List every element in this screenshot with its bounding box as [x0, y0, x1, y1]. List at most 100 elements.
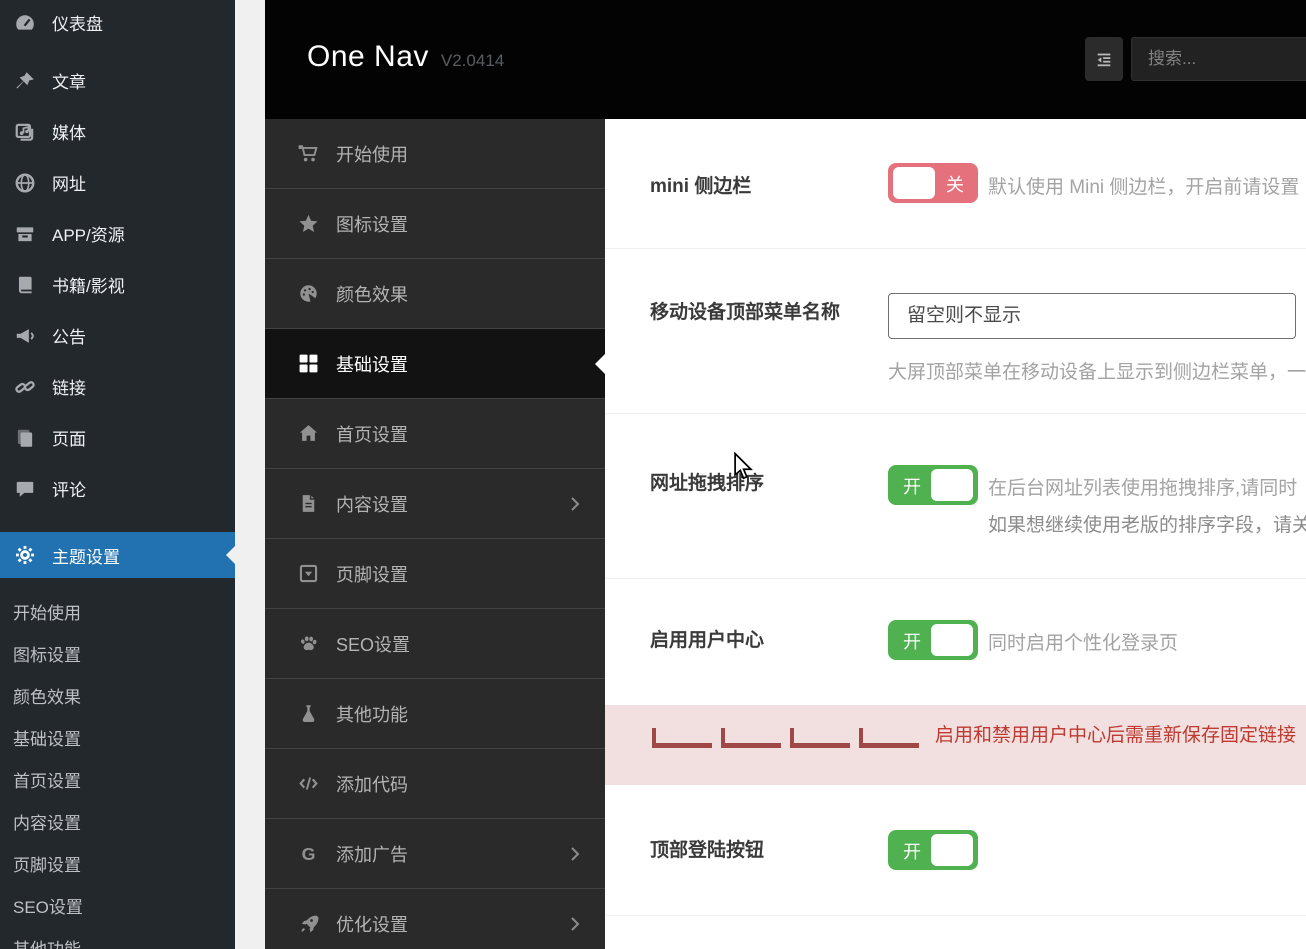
sidebar-item-theme-settings[interactable]: 主题设置	[0, 532, 235, 578]
book-icon	[18, 276, 32, 293]
submenu-label: 基础设置	[13, 729, 81, 749]
toggle-state-label: 开	[903, 842, 921, 862]
toggle-state-label: 关	[946, 175, 964, 195]
menu-item-add-ads[interactable]: G 添加广告	[265, 819, 605, 889]
toggle-mini-sidebar[interactable]: 关	[888, 163, 978, 203]
menu-item-basic-settings[interactable]: 基础设置	[265, 329, 605, 399]
menu-item-optimization[interactable]: 优化设置	[265, 889, 605, 949]
menu-item-other-features[interactable]: 其他功能	[265, 679, 605, 749]
submenu-item-basic-settings[interactable]: 基础设置	[0, 716, 235, 758]
chevron-right-icon	[571, 916, 580, 931]
toggle-knob	[893, 167, 935, 199]
menu-item-color-effects[interactable]: 颜色效果	[265, 259, 605, 329]
sidebar-item-media[interactable]: 媒体	[0, 106, 235, 157]
active-menu-arrow	[595, 353, 605, 374]
sidebar-item-books-media[interactable]: 书籍/影视	[0, 259, 235, 310]
menu-item-footer-settings[interactable]: 页脚设置	[265, 539, 605, 609]
sidebar-item-sites[interactable]: 网址	[0, 157, 235, 208]
admin-sidebar: 仪表盘 文章 媒体 网址 APP/资源 书籍/影视 公告 链接 页面 评论 主题…	[0, 0, 235, 949]
red-line-shape	[790, 728, 850, 748]
comment-icon	[16, 481, 34, 497]
menu-item-icon-settings[interactable]: 图标设置	[265, 189, 605, 259]
menu-item-label: 页脚设置	[336, 564, 408, 585]
gear-icon	[15, 545, 35, 565]
toggle-knob	[931, 469, 973, 501]
footer-caret-icon	[299, 564, 318, 583]
sidebar-item-dashboard[interactable]: 仪表盘	[0, 0, 235, 45]
content-gutter	[235, 0, 265, 949]
menu-item-home-settings[interactable]: 首页设置	[265, 399, 605, 469]
sidebar-item-pages[interactable]: 页面	[0, 412, 235, 463]
svg-text:G: G	[302, 844, 316, 864]
submenu-item-content-settings[interactable]: 内容设置	[0, 800, 235, 842]
menu-item-content-settings[interactable]: 内容设置	[265, 469, 605, 539]
sidebar-item-label: 媒体	[52, 124, 86, 143]
google-g-icon: G	[302, 844, 316, 864]
sidebar-item-label: 仪表盘	[52, 15, 103, 34]
cart-icon	[298, 145, 318, 162]
sidebar-item-label: 链接	[52, 379, 86, 398]
toggle-drag-sort[interactable]: 开	[888, 465, 978, 505]
sidebar-item-comments[interactable]: 评论	[0, 463, 235, 514]
menu-item-label: 首页设置	[336, 424, 408, 445]
sidebar-item-label: 公告	[52, 328, 86, 347]
toggle-top-login[interactable]: 开	[888, 830, 978, 870]
submenu-item-icon-settings[interactable]: 图标设置	[0, 632, 235, 674]
row-divider	[605, 915, 1306, 916]
submenu-item-seo-settings[interactable]: SEO设置	[0, 884, 235, 926]
submenu-item-other-features[interactable]: 其他功能	[0, 926, 235, 949]
row-divider	[605, 578, 1306, 579]
rocket-icon	[301, 915, 319, 933]
collapse-menu-button[interactable]	[1085, 37, 1123, 81]
grid-icon	[299, 354, 318, 373]
sidebar-item-posts[interactable]: 文章	[0, 55, 235, 106]
help-mobile-menu-name: 大屏顶部菜单在移动设备上显示到侧边栏菜单，一	[888, 362, 1306, 383]
help-drag-sort-2: 如果想继续使用老版的排序字段，请关	[988, 515, 1306, 536]
submenu-label: 页脚设置	[13, 855, 81, 875]
theme-panel-header: One Nav V2.0414	[265, 0, 1306, 119]
warning-text: 启用和禁用用户中心后需重新保存固定链接	[935, 725, 1297, 746]
menu-item-get-started[interactable]: 开始使用	[265, 119, 605, 189]
menu-item-add-code[interactable]: 添加代码	[265, 749, 605, 819]
media-icon	[15, 123, 34, 141]
submenu-item-footer-settings[interactable]: 页脚设置	[0, 842, 235, 884]
menu-item-label: 内容设置	[336, 494, 408, 515]
file-icon	[302, 495, 315, 512]
help-mini-sidebar: 默认使用 Mini 侧边栏，开启前请设置	[988, 177, 1300, 198]
megaphone-icon	[16, 328, 34, 343]
toggle-knob	[931, 624, 973, 656]
mobile-menu-name-input[interactable]	[888, 293, 1296, 339]
submenu-item-home-settings[interactable]: 首页设置	[0, 758, 235, 800]
star-icon	[299, 214, 318, 233]
submenu-label: 首页设置	[13, 771, 81, 791]
sidebar-item-announcements[interactable]: 公告	[0, 310, 235, 361]
sidebar-item-links[interactable]: 链接	[0, 361, 235, 412]
red-line-shape	[652, 728, 712, 748]
submenu-label: 内容设置	[13, 813, 81, 833]
submenu-item-color-effects[interactable]: 颜色效果	[0, 674, 235, 716]
menu-item-label: 开始使用	[336, 144, 408, 165]
menu-item-label: SEO设置	[336, 634, 411, 655]
sidebar-item-label: 书籍/影视	[52, 277, 125, 296]
theme-panel-menu: 开始使用 图标设置 颜色效果 基础设置 首页设置 内容设置 页脚设置 SEO设置…	[265, 119, 605, 949]
sidebar-item-app-resources[interactable]: APP/资源	[0, 208, 235, 259]
search-input[interactable]	[1131, 37, 1306, 81]
sidebar-item-label: 网址	[52, 175, 86, 194]
menu-item-label: 颜色效果	[336, 284, 408, 305]
permalink-warning-bar: 启用和禁用用户中心后需重新保存固定链接	[605, 705, 1306, 785]
help-drag-sort-1: 在后台网址列表使用拖拽排序,请同时	[988, 478, 1298, 499]
toggle-user-center[interactable]: 开	[888, 620, 978, 660]
setting-label-mini-sidebar: mini 侧边栏	[650, 176, 752, 197]
setting-label-user-center: 启用用户中心	[650, 630, 765, 651]
panel-version: V2.0414	[440, 51, 505, 70]
pushpin-icon	[16, 71, 34, 88]
menu-item-seo-settings[interactable]: SEO设置	[265, 609, 605, 679]
sidebar-item-label: 页面	[52, 430, 86, 449]
submenu-item-get-started[interactable]: 开始使用	[0, 590, 235, 632]
red-line-shape	[859, 728, 919, 748]
outdent-icon	[1097, 53, 1111, 67]
globe-icon	[15, 173, 35, 192]
panel-title: One Nav	[307, 40, 429, 73]
sidebar-item-label: APP/资源	[52, 226, 125, 245]
row-divider	[605, 248, 1306, 249]
